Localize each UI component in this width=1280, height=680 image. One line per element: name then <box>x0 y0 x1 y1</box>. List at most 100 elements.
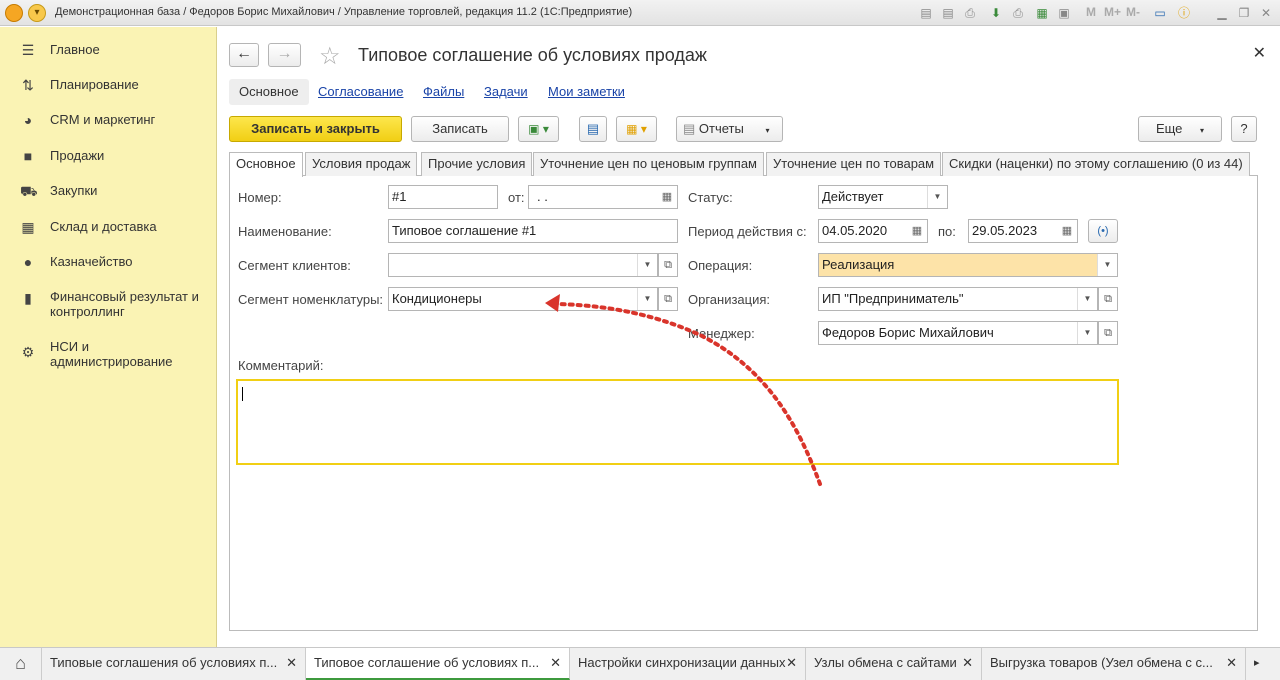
sidebar-item-label: Финансовый результат и контроллинг <box>50 289 199 319</box>
chevron-down-icon[interactable]: ▼ <box>927 186 947 208</box>
minimize-icon[interactable]: ▁ <box>1214 5 1230 21</box>
chevron-down-icon[interactable]: ▼ <box>1097 254 1117 276</box>
tab-price-groups[interactable]: Уточнение цен по ценовым группам <box>533 152 764 176</box>
form-area: ← → ☆ Типовое соглашение об условиях про… <box>218 27 1280 647</box>
sidebar-item-crm[interactable]: ◕ CRM и маркетинг <box>0 105 217 135</box>
calendar-icon[interactable]: ▦ <box>1057 220 1077 242</box>
sidebar-item-finance[interactable]: ▮ Финансовый результат и контроллинг <box>0 282 217 322</box>
close-icon[interactable]: ✕ <box>286 648 297 678</box>
window-tab-label: Настройки синхронизации данных <box>578 655 786 670</box>
help-button[interactable]: ? <box>1231 116 1257 142</box>
open-icon[interactable]: ⧉ <box>1098 321 1118 345</box>
close-icon[interactable]: ✕ <box>1226 648 1237 678</box>
number-field[interactable]: #1 <box>388 185 498 209</box>
client-segment-field[interactable]: ▼ <box>388 253 658 277</box>
memory-plus-button[interactable]: M+ <box>1104 5 1121 19</box>
list-icon[interactable]: ▤ <box>579 116 607 142</box>
memory-minus-button[interactable]: M- <box>1126 5 1140 19</box>
close-window-icon[interactable]: ✕ <box>1258 5 1274 21</box>
window-tab[interactable]: Настройки синхронизации данных ✕ <box>570 648 806 680</box>
calendar-icon[interactable]: ▣ <box>1056 5 1072 21</box>
name-field[interactable]: Типовое соглашение #1 <box>388 219 678 243</box>
period-to-value: 29.05.2023 <box>972 223 1038 238</box>
sidebar-item-treasury[interactable]: ● Казначейство <box>0 247 217 277</box>
main-menu-icon[interactable]: ▾ <box>28 4 46 22</box>
window-tab[interactable]: Типовые соглашения об условиях п... ✕ <box>42 648 306 680</box>
calendar-icon[interactable]: ▦ <box>907 220 927 242</box>
tab-discounts[interactable]: Скидки (наценки) по этому соглашению (0 … <box>942 152 1250 176</box>
sidebar-item-label: Главное <box>50 42 100 57</box>
more-tabs-icon[interactable]: ▸ <box>1246 648 1280 680</box>
close-icon[interactable]: ✕ <box>550 648 561 678</box>
print-menu-button[interactable]: ▦ ▾ <box>616 116 657 142</box>
tab-sales-conditions[interactable]: Условия продаж <box>305 152 418 176</box>
sidebar-item-warehouse[interactable]: ▦ Склад и доставка <box>0 212 217 242</box>
open-icon[interactable]: ⧉ <box>658 253 678 277</box>
window-layout-icon[interactable]: ▭ <box>1152 5 1168 21</box>
section-approval[interactable]: Согласование <box>318 79 403 105</box>
sidebar-item-label: Склад и доставка <box>50 219 157 234</box>
create-based-on-button[interactable]: ▣ ▾ <box>518 116 559 142</box>
info-icon[interactable]: ⓘ <box>1176 5 1192 21</box>
tab-price-products[interactable]: Уточнение цен по товарам <box>766 152 942 176</box>
organization-field[interactable]: ИП "Предприниматель" ▼ <box>818 287 1098 311</box>
maximize-icon[interactable]: ❐ <box>1236 5 1252 21</box>
more-button[interactable]: Еще ▾ <box>1138 116 1222 142</box>
back-button[interactable]: ← <box>229 43 259 67</box>
printer-icon[interactable]: ⎙ <box>1010 5 1026 21</box>
reports-button[interactable]: ▤ Отчеты ▾ <box>676 116 783 142</box>
nomenclature-segment-value: Кондиционеры <box>392 291 482 306</box>
tab-main[interactable]: Основное <box>229 152 303 177</box>
app-logo-icon[interactable] <box>5 4 23 22</box>
sidebar-item-label: Планирование <box>50 77 139 92</box>
period-picker-button[interactable]: (•) <box>1088 219 1118 243</box>
operation-field[interactable]: Реализация ▼ <box>818 253 1118 277</box>
chevron-down-icon[interactable]: ▼ <box>637 254 657 276</box>
section-notes[interactable]: Мои заметки <box>548 79 625 105</box>
window-tab[interactable]: Узлы обмена с сайтами ✕ <box>806 648 982 680</box>
save-button[interactable]: Записать <box>411 116 509 142</box>
more-label: Еще <box>1155 121 1183 136</box>
sidebar-item-purchases[interactable]: ⛟ Закупки <box>0 176 217 206</box>
date-field[interactable]: . . ▦ <box>528 185 678 209</box>
window-tab-active[interactable]: Типовое соглашение об условиях п... ✕ <box>306 648 570 680</box>
open-icon[interactable]: ⧉ <box>658 287 678 311</box>
close-icon[interactable]: ✕ <box>962 648 973 678</box>
sidebar-item-planning[interactable]: ⇅ Планирование <box>0 70 217 100</box>
comment-field[interactable] <box>236 379 1119 465</box>
save-and-close-button[interactable]: Записать и закрыть <box>229 116 402 142</box>
nomenclature-segment-field[interactable]: Кондиционеры ▼ <box>388 287 658 311</box>
crm-icon: ◕ <box>23 112 33 128</box>
window-tab[interactable]: Выгрузка товаров (Узел обмена с с... ✕ <box>982 648 1246 680</box>
period-to-field[interactable]: 29.05.2023 ▦ <box>968 219 1078 243</box>
manager-field[interactable]: Федоров Борис Михайлович ▼ <box>818 321 1098 345</box>
save-icon[interactable]: ▤ <box>918 5 934 21</box>
chevron-down-icon[interactable]: ▼ <box>1077 322 1097 344</box>
home-icon[interactable]: ⌂ <box>0 648 42 680</box>
manager-label: Менеджер: <box>688 326 755 341</box>
sidebar-item-sales[interactable]: ■ Продажи <box>0 141 217 171</box>
tab-other-conditions[interactable]: Прочие условия <box>421 152 533 176</box>
sidebar-item-admin[interactable]: ⚙ НСИ и администрирование <box>0 332 217 372</box>
forward-button[interactable]: → <box>268 43 301 67</box>
status-field[interactable]: Действует ▼ <box>818 185 948 209</box>
sidebar-item-main[interactable]: ☰ Главное <box>0 35 217 65</box>
download-icon[interactable]: ⬇ <box>988 5 1004 21</box>
sidebar-item-label: CRM и маркетинг <box>50 112 156 127</box>
favorite-star-icon[interactable]: ☆ <box>319 42 341 71</box>
section-files[interactable]: Файлы <box>423 79 464 105</box>
close-icon[interactable]: ✕ <box>786 648 797 678</box>
save-icon[interactable]: ▤ <box>940 5 956 21</box>
memory-button[interactable]: M <box>1086 5 1096 19</box>
close-form-icon[interactable]: ✕ <box>1253 43 1266 63</box>
calendar-icon[interactable]: ▦ <box>657 186 677 208</box>
section-tasks[interactable]: Задачи <box>484 79 528 105</box>
print-icon[interactable]: ⎙ <box>962 5 978 21</box>
open-icon[interactable]: ⧉ <box>1098 287 1118 311</box>
sidebar-item-label: Закупки <box>50 183 98 198</box>
calculator-icon[interactable]: ▦ <box>1034 5 1050 21</box>
section-main[interactable]: Основное <box>229 79 309 105</box>
period-from-field[interactable]: 04.05.2020 ▦ <box>818 219 928 243</box>
chevron-down-icon[interactable]: ▼ <box>637 288 657 310</box>
chevron-down-icon[interactable]: ▼ <box>1077 288 1097 310</box>
